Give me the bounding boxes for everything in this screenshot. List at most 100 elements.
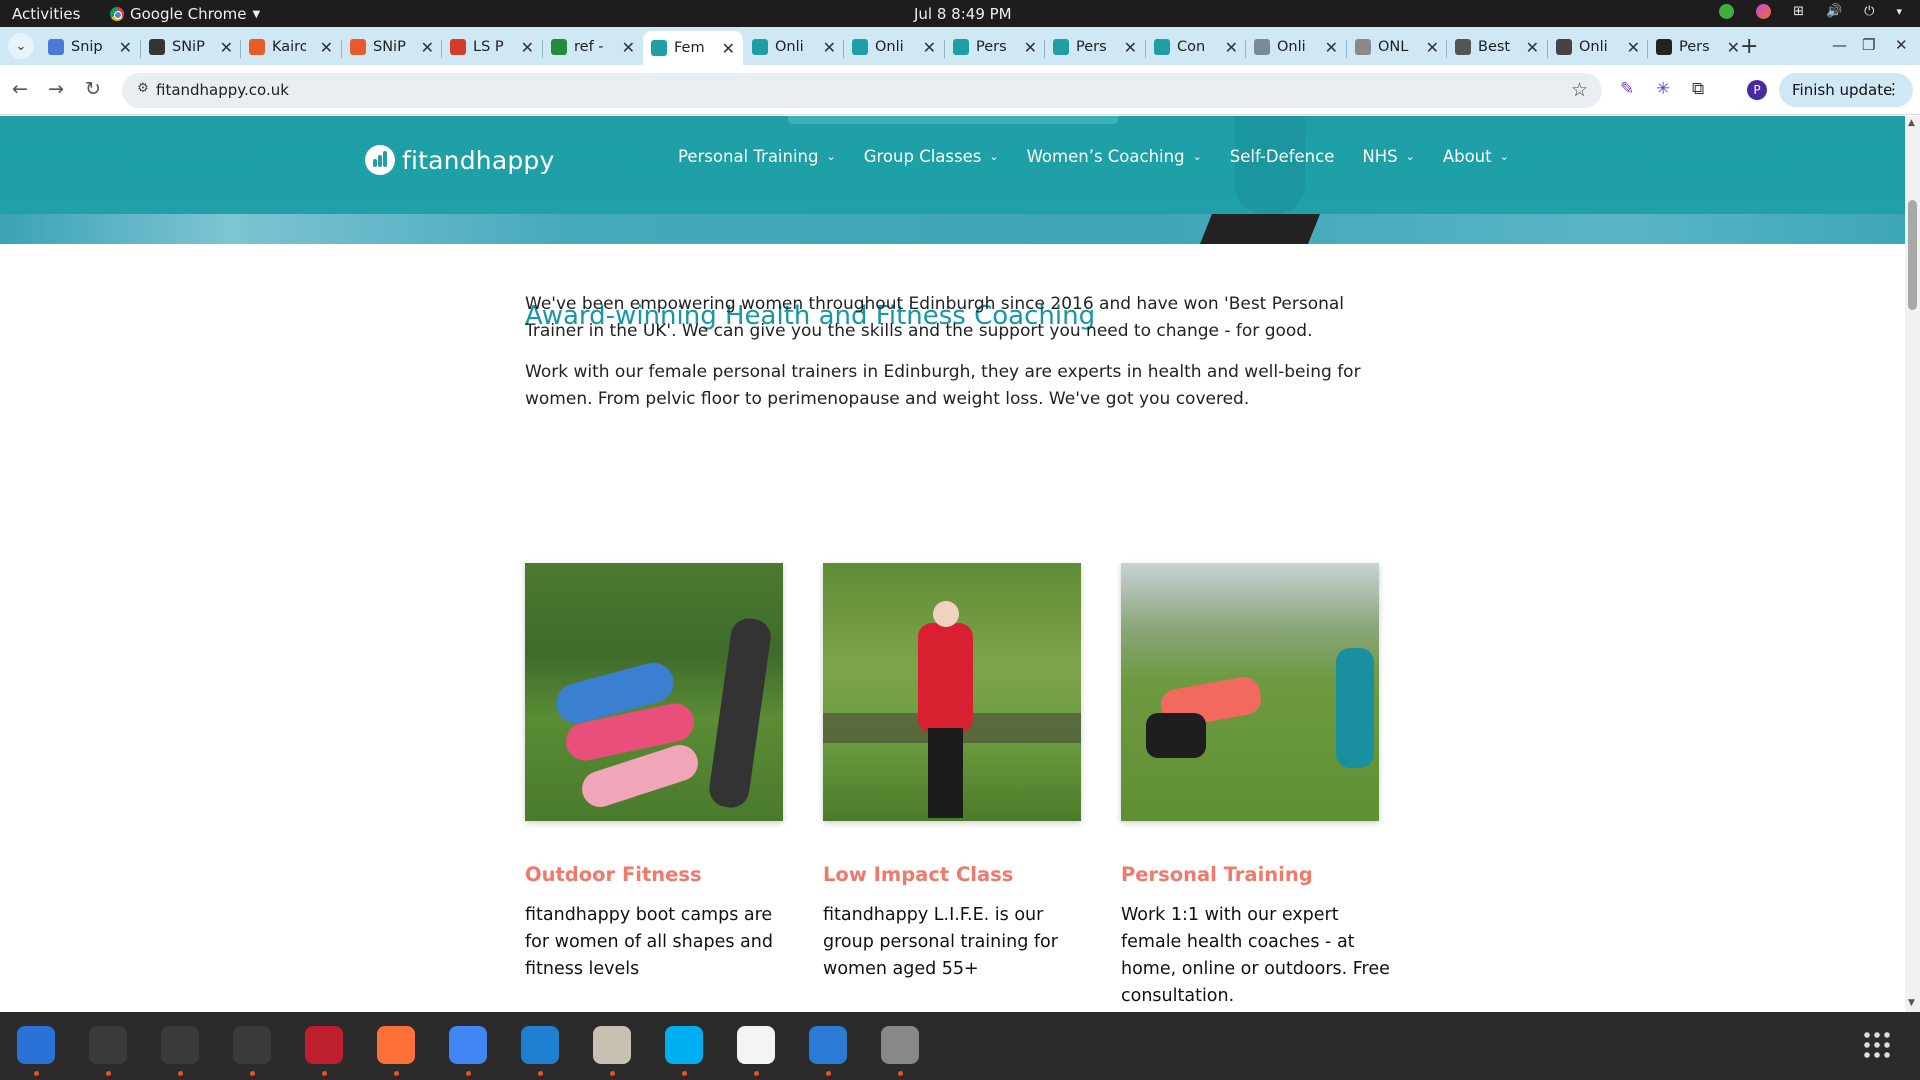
- browser-tab[interactable]: Onli ✕: [744, 31, 844, 63]
- vscode-icon[interactable]: [516, 1021, 564, 1076]
- thunderbird-icon[interactable]: [12, 1021, 60, 1076]
- system-tray[interactable]: ⊞ 🔊 ⏻ ▾: [1719, 4, 1902, 19]
- card-title[interactable]: Outdoor Fitness: [525, 863, 702, 886]
- bookmark-star-icon[interactable]: ☆: [1571, 79, 1588, 101]
- close-tab-icon[interactable]: ✕: [823, 38, 836, 57]
- url-text[interactable]: fitandhappy.co.uk: [156, 81, 289, 99]
- volume-icon[interactable]: 🔊: [1826, 4, 1842, 19]
- running-indicator: [250, 1071, 255, 1076]
- writer-icon[interactable]: [804, 1021, 852, 1076]
- color-picker-icon[interactable]: [1756, 4, 1772, 19]
- scrollbar-thumb[interactable]: [1908, 200, 1917, 310]
- browser-tab[interactable]: Best ✕: [1447, 31, 1547, 63]
- browser-tab[interactable]: ONL ✕: [1347, 31, 1447, 63]
- close-tab-icon[interactable]: ✕: [119, 38, 132, 57]
- browser-tab[interactable]: Onli ✕: [1246, 31, 1346, 63]
- restore-button[interactable]: ❐: [1862, 36, 1875, 54]
- text-editor-icon[interactable]: [732, 1021, 780, 1076]
- close-tab-icon[interactable]: ✕: [1727, 38, 1740, 57]
- app-menu[interactable]: Google Chrome ▼: [110, 5, 260, 23]
- outdoor-fitness-photo[interactable]: [525, 563, 783, 821]
- card-low-impact-class[interactable]: Low Impact Class fitandhappy L.I.F.E. is…: [823, 563, 1081, 979]
- chevron-down-icon: ⌄: [15, 38, 27, 54]
- profile-avatar[interactable]: P: [1747, 80, 1767, 100]
- card-outdoor-fitness[interactable]: Outdoor Fitness fitandhappy boot camps a…: [525, 563, 783, 979]
- scroll-up-arrow-icon[interactable]: ▲: [1908, 118, 1915, 128]
- nav-item[interactable]: Personal Training ⌄: [678, 147, 836, 166]
- files-icon[interactable]: [588, 1021, 636, 1076]
- power-icon[interactable]: ⏻: [1864, 4, 1874, 19]
- nav-item[interactable]: Self-Defence: [1230, 147, 1335, 166]
- site-logo[interactable]: fitandhappy: [365, 145, 554, 175]
- chevron-down-icon: ⌄: [1405, 150, 1415, 163]
- site-info-icon[interactable]: ⚙: [134, 81, 152, 99]
- disk-icon[interactable]: [876, 1021, 924, 1076]
- tab-search-button[interactable]: ⌄: [8, 33, 34, 59]
- firefox-icon[interactable]: [372, 1021, 420, 1076]
- minimize-button[interactable]: —: [1832, 36, 1847, 54]
- back-button[interactable]: ←: [12, 78, 28, 100]
- system-monitor-icon[interactable]: [228, 1021, 276, 1076]
- chevron-down-icon[interactable]: ▾: [1896, 5, 1902, 18]
- browser-tab[interactable]: Pers ✕: [1045, 31, 1145, 63]
- browser-tab[interactable]: Pers ✕: [1648, 31, 1748, 63]
- address-bar[interactable]: ⚙ fitandhappy.co.uk ☆: [122, 73, 1602, 108]
- scroll-down-arrow-icon[interactable]: ▼: [1908, 998, 1915, 1008]
- browser-tab[interactable]: Con ✕: [1146, 31, 1246, 63]
- page-scrollbar[interactable]: ▲ ▼: [1905, 116, 1920, 1012]
- close-tab-icon[interactable]: ✕: [1325, 38, 1338, 57]
- close-tab-icon[interactable]: ✕: [1526, 38, 1539, 57]
- nav-item[interactable]: About ⌄: [1443, 147, 1509, 166]
- finish-update-button[interactable]: Finish update ⋮: [1779, 73, 1913, 107]
- close-tab-icon[interactable]: ✕: [320, 38, 333, 57]
- low-impact-class-photo[interactable]: [823, 563, 1081, 821]
- filezilla-icon[interactable]: [300, 1021, 348, 1076]
- card-personal-training[interactable]: Personal Training Work 1:1 with our expe…: [1121, 563, 1390, 1006]
- close-tab-icon[interactable]: ✕: [521, 38, 534, 57]
- browser-tab[interactable]: LS P ✕: [442, 31, 542, 63]
- browser-tab[interactable]: ref - ✕: [543, 31, 643, 63]
- ai-extension-icon[interactable]: ✳: [1656, 79, 1670, 99]
- browser-tab[interactable]: SNiP ✕: [342, 31, 442, 63]
- new-tab-button[interactable]: +: [1740, 34, 1758, 59]
- terminal-icon[interactable]: [84, 1021, 132, 1076]
- close-tab-icon[interactable]: ✕: [421, 38, 434, 57]
- browser-tab[interactable]: Onli ✕: [1548, 31, 1648, 63]
- calculator-icon[interactable]: [156, 1021, 204, 1076]
- clock[interactable]: Jul 8 8:49 PM: [914, 5, 1012, 23]
- close-tab-icon[interactable]: ✕: [1627, 38, 1640, 57]
- close-tab-icon[interactable]: ✕: [1024, 38, 1037, 57]
- browser-tab[interactable]: Pers ✕: [945, 31, 1045, 63]
- close-window-button[interactable]: ✕: [1895, 36, 1908, 54]
- pen-extension-icon[interactable]: ✎: [1620, 79, 1634, 99]
- browser-tab[interactable]: Snip ✕: [40, 31, 140, 63]
- browser-tab[interactable]: Kairo ✕: [241, 31, 341, 63]
- activities-button[interactable]: Activities: [12, 5, 80, 23]
- nav-item[interactable]: NHS ⌄: [1362, 147, 1414, 166]
- extensions-puzzle-icon[interactable]: ⧉: [1692, 79, 1704, 99]
- browser-tab[interactable]: Fem ✕: [643, 31, 743, 65]
- forward-button[interactable]: →: [48, 78, 64, 100]
- close-tab-icon[interactable]: ✕: [1124, 38, 1137, 57]
- nav-item[interactable]: Women’s Coaching ⌄: [1027, 147, 1202, 166]
- close-tab-icon[interactable]: ✕: [722, 39, 735, 58]
- show-applications-icon[interactable]: [1862, 1030, 1892, 1060]
- chrome-icon[interactable]: [444, 1021, 492, 1076]
- update-indicator-icon[interactable]: [1719, 4, 1735, 19]
- close-tab-icon[interactable]: ✕: [923, 38, 936, 57]
- network-icon[interactable]: ⊞: [1793, 4, 1804, 19]
- reload-button[interactable]: ↻: [85, 78, 101, 100]
- nav-item[interactable]: Group Classes ⌄: [864, 147, 999, 166]
- card-title[interactable]: Personal Training: [1121, 863, 1313, 886]
- close-tab-icon[interactable]: ✕: [220, 38, 233, 57]
- skype-icon[interactable]: [660, 1021, 708, 1076]
- browser-tab[interactable]: Onli ✕: [844, 31, 944, 63]
- close-tab-icon[interactable]: ✕: [622, 38, 635, 57]
- running-indicator: [178, 1071, 183, 1076]
- card-title[interactable]: Low Impact Class: [823, 863, 1013, 886]
- close-tab-icon[interactable]: ✕: [1225, 38, 1238, 57]
- running-indicator: [34, 1071, 39, 1076]
- browser-tab[interactable]: SNiP ✕: [141, 31, 241, 63]
- personal-training-photo[interactable]: [1121, 563, 1379, 821]
- close-tab-icon[interactable]: ✕: [1426, 38, 1439, 57]
